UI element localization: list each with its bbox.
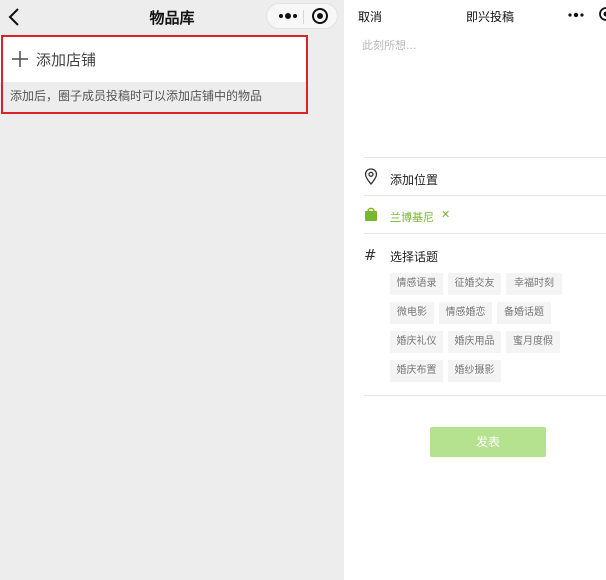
- topic-chip[interactable]: 婚庆布置: [390, 360, 443, 382]
- topic-chip[interactable]: 情感婚恋: [439, 302, 492, 324]
- left-nav-bar: 物品库: [0, 0, 344, 34]
- select-topic-label: 选择话题: [390, 250, 439, 264]
- highlight-box: [1, 35, 308, 114]
- topic-chip[interactable]: 幸福时刻: [506, 273, 562, 295]
- location-pin-icon: [364, 168, 378, 185]
- publish-button[interactable]: 发表: [430, 427, 546, 457]
- topic-chip[interactable]: 婚庆礼仪: [390, 331, 443, 353]
- topic-chip[interactable]: 微电影: [390, 302, 434, 324]
- more-dots-icon[interactable]: [566, 8, 586, 22]
- hash-icon: #: [364, 246, 377, 264]
- topic-chip[interactable]: 蜜月度假: [506, 331, 560, 353]
- post-content-input[interactable]: 此刻所想...: [362, 37, 417, 53]
- topic-chip[interactable]: 婚纱摄影: [448, 360, 501, 382]
- divider: [364, 395, 606, 396]
- shopping-bag-icon: [365, 207, 377, 221]
- more-dots-icon[interactable]: [275, 6, 301, 26]
- cancel-button[interactable]: 取消: [358, 8, 382, 25]
- target-icon[interactable]: [598, 6, 606, 22]
- add-location-button[interactable]: 添加位置: [390, 171, 438, 188]
- mini-program-capsule: [266, 3, 338, 29]
- editor-title: 即兴投稿: [466, 10, 515, 24]
- post-editor-panel: 取消 即兴投稿 此刻所想... 添加位置 兰博基尼 ✕ # 选择话题 情感语录 …: [344, 0, 606, 580]
- shop-tag[interactable]: 兰博基尼: [390, 209, 434, 225]
- item-library-panel: 物品库 添加店铺 添加后，圈子成员投稿时可以添加店铺中的物品: [0, 0, 344, 580]
- topic-chip[interactable]: 备婚话题: [497, 302, 551, 324]
- divider: [364, 157, 606, 158]
- divider: [364, 233, 606, 234]
- divider: [364, 195, 606, 196]
- capsule-separator: [303, 10, 304, 24]
- topic-chip[interactable]: 婚庆用品: [448, 331, 501, 353]
- topic-chip[interactable]: 征婚交友: [448, 273, 501, 295]
- topic-chip[interactable]: 情感语录: [390, 273, 443, 295]
- target-icon[interactable]: [311, 7, 329, 25]
- close-icon[interactable]: ✕: [441, 208, 450, 221]
